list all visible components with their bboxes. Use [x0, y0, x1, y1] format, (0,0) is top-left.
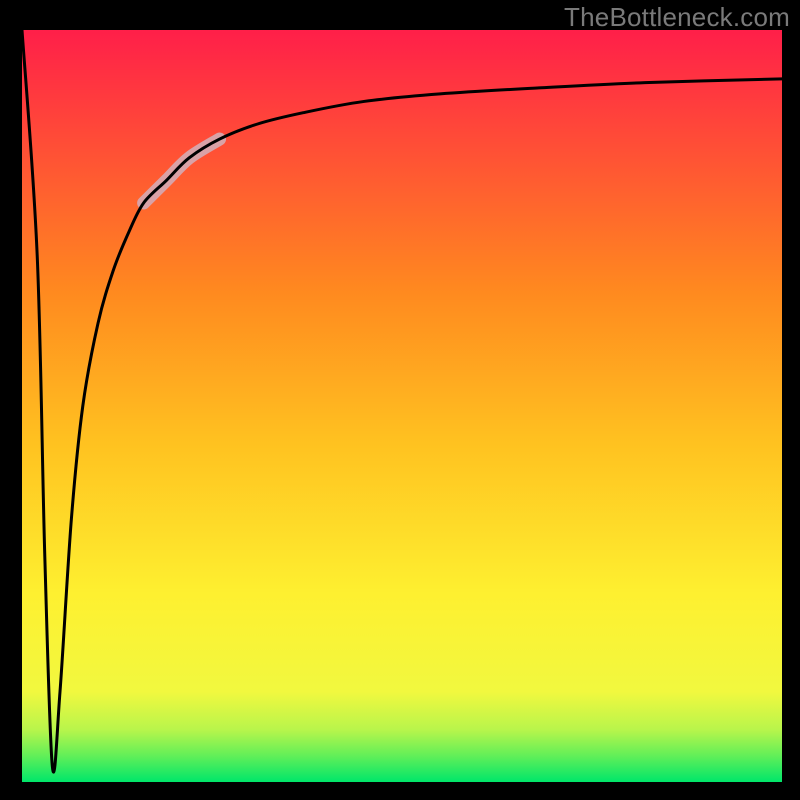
plot-background — [22, 30, 782, 782]
chart-container: TheBottleneck.com — [0, 0, 800, 800]
bottleneck-chart — [0, 0, 800, 800]
watermark-text: TheBottleneck.com — [564, 2, 790, 33]
